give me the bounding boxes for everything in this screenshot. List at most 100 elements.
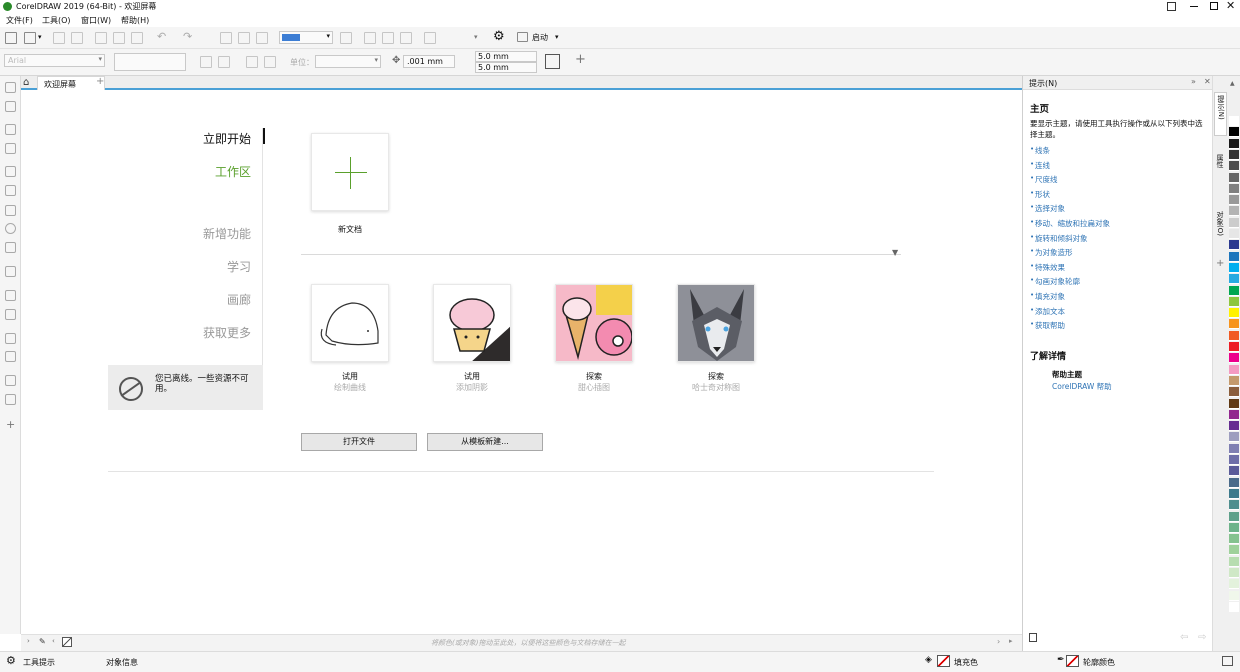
palette-swatch[interactable] [1229,556,1239,567]
palette-swatch[interactable] [1229,296,1239,307]
palette-swatch[interactable] [1229,398,1239,409]
account-icon[interactable] [1167,2,1176,11]
palette-swatch[interactable] [1229,421,1239,432]
palette-swatch[interactable] [1229,443,1239,454]
close-button[interactable]: ✕ [1226,0,1235,12]
options-gear-icon[interactable]: ⚙ [493,29,505,44]
hint-topic-link[interactable]: 移动、缩放和拉扁对象 [1035,218,1110,229]
hint-topic-link[interactable]: 添加文本 [1035,306,1065,317]
zoom-level-dropdown[interactable]: ▾ [279,31,333,44]
nav-learn[interactable]: 学习 [227,258,251,275]
artistic-media-tool-icon[interactable] [5,185,16,196]
nav-start[interactable]: 立即开始 [203,130,251,147]
palette-swatch[interactable] [1229,488,1239,499]
palette-right-icon[interactable]: › [997,637,1000,646]
add-tab-icon[interactable]: + [96,76,104,87]
palette-swatch[interactable] [1229,149,1239,160]
docker-back-icon[interactable]: ⇦ [1180,632,1188,643]
color-proof-icon[interactable] [1222,656,1233,666]
palette-swatch[interactable] [1229,217,1239,228]
add-icon[interactable]: + [575,52,586,67]
palette-swatch[interactable] [1229,274,1239,285]
palette-swatch[interactable] [1229,240,1239,251]
tab-welcome[interactable]: 欢迎屏幕 [37,76,105,90]
palette-swatch[interactable] [1229,285,1239,296]
drop-shadow-tool-icon[interactable] [5,333,16,344]
palette-end-icon[interactable]: ▸ [1009,637,1013,645]
outline-swatch[interactable] [1066,655,1079,667]
hint-topic-link[interactable]: 连线 [1035,160,1050,171]
freehand-tool-icon[interactable] [5,166,16,177]
parallel-dimension-tool-icon[interactable] [5,290,16,301]
snap-icon[interactable] [364,32,376,44]
nav-gallery[interactable]: 画廊 [227,291,251,308]
add-tool-icon[interactable]: + [6,418,15,431]
expand-chevron-icon[interactable]: ▼ [892,248,898,257]
palette-swatch[interactable] [1229,455,1239,465]
all-pages-icon[interactable] [246,56,258,68]
eyedropper-tool-icon[interactable] [5,375,16,386]
palette-swatch[interactable] [1229,409,1239,420]
no-color-swatch[interactable] [62,637,72,647]
shape-tool-icon[interactable] [5,101,16,112]
pick-tool-icon[interactable] [5,82,16,93]
copy-icon[interactable] [113,32,125,44]
nav-workspace[interactable]: 工作区 [215,163,251,180]
save-icon[interactable] [53,32,65,44]
palette-swatch[interactable] [1229,568,1239,578]
snap-to-icon[interactable] [424,32,436,44]
text-tool-icon[interactable] [5,266,16,277]
import-icon[interactable] [220,32,232,44]
palette-swatch[interactable] [1229,172,1239,183]
portrait-icon[interactable] [200,56,212,68]
palette-swatch[interactable] [1229,161,1239,172]
home-icon[interactable]: ⌂ [23,77,29,88]
transparency-tool-icon[interactable] [5,351,16,362]
new-document-label[interactable]: 新文档 [290,224,410,235]
palette-swatch[interactable] [1229,432,1239,443]
paste-icon[interactable] [131,32,143,44]
new-document-card[interactable] [311,133,389,211]
nav-whats-new[interactable]: 新增功能 [203,225,251,242]
nav-get-more[interactable]: 获取更多 [203,324,251,341]
palette-swatch[interactable] [1229,183,1239,194]
palette-swatch[interactable] [1229,206,1239,217]
palette-swatch[interactable] [1229,534,1239,545]
docker-forward-icon[interactable]: ⇨ [1198,632,1206,643]
coreldraw-help-link[interactable]: CorelDRAW 帮助 [1052,381,1112,392]
docker-collapse-icon[interactable]: » [1191,77,1196,86]
palette-swatch[interactable] [1229,308,1239,319]
polygon-tool-icon[interactable] [5,242,16,253]
palette-swatch[interactable] [1229,116,1239,126]
menu-tools[interactable]: 工具(O) [42,15,71,26]
fill-swatch[interactable] [937,655,950,667]
palette-swatch[interactable] [1229,545,1239,556]
full-screen-icon[interactable] [340,32,352,44]
hint-topic-link[interactable]: 选择对象 [1035,203,1065,214]
menu-help[interactable]: 帮助(H) [121,15,149,26]
palette-swatch[interactable] [1229,511,1239,522]
palette-swatch[interactable] [1229,342,1239,352]
current-page-icon[interactable] [264,56,276,68]
hint-topic-link[interactable]: 勾画对象轮廓 [1035,276,1080,287]
hint-topic-link[interactable]: 旋转和倾斜对象 [1035,233,1088,244]
hint-topic-link[interactable]: 线条 [1035,145,1050,156]
chevron-down-icon[interactable]: ▾ [38,33,42,41]
palette-swatch[interactable] [1229,319,1239,330]
palette-swatch[interactable] [1229,262,1239,273]
duplicate-y-field[interactable]: 5.0 mm [475,62,537,73]
palette-swatch[interactable] [1229,579,1239,590]
crop-tool-icon[interactable] [5,124,16,135]
grid-icon[interactable] [382,32,394,44]
hint-topic-link[interactable]: 特殊效果 [1035,262,1065,273]
palette-swatch[interactable] [1229,590,1239,601]
palette-swatch[interactable] [1229,251,1239,262]
minimize-button[interactable] [1190,6,1198,7]
nudge-field[interactable]: .001 mm [403,55,455,68]
launch-chevron-icon[interactable]: ▾ [555,33,559,41]
hint-topic-link[interactable]: 尺度线 [1035,174,1058,185]
restore-button[interactable] [1210,2,1218,10]
eyedropper-icon[interactable]: ✎ [39,637,46,646]
tab-objects[interactable]: 对象(O) [1215,211,1225,236]
open-file-button[interactable]: 打开文件 [301,433,417,451]
